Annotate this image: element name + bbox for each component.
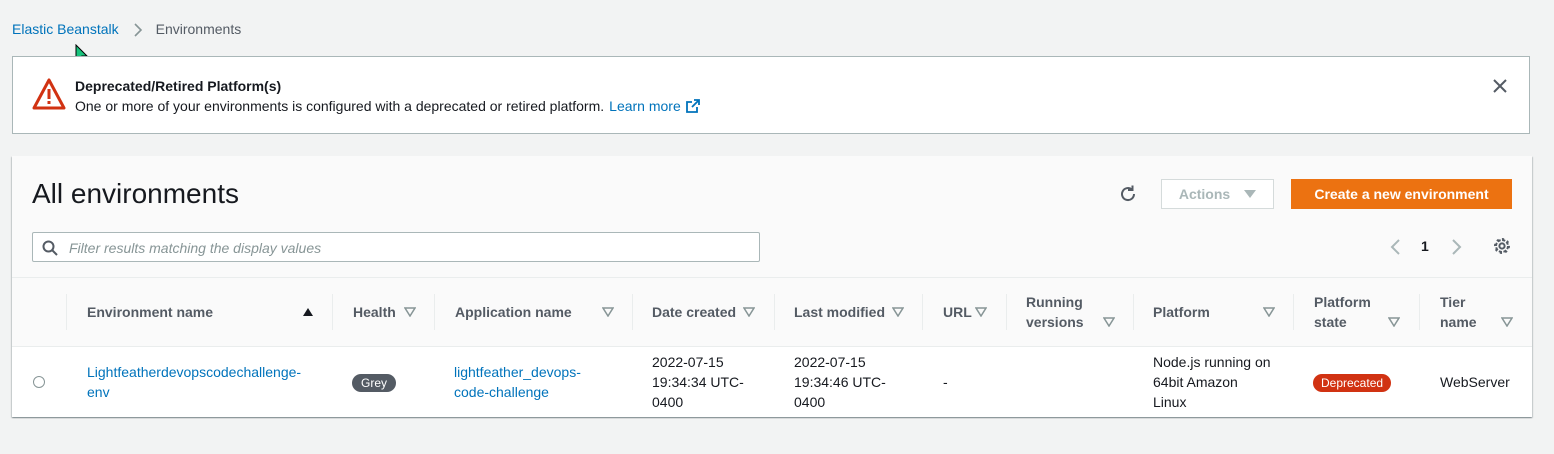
column-header-tier-name[interactable]: Tier name xyxy=(1419,278,1530,346)
column-header-last-modified[interactable]: Last modified xyxy=(774,278,922,346)
refresh-icon[interactable] xyxy=(1117,183,1139,205)
column-header-date-created[interactable]: Date created xyxy=(632,278,774,346)
column-header-url[interactable]: URL xyxy=(922,278,1006,346)
external-link-icon[interactable] xyxy=(685,99,700,113)
column-header-health[interactable]: Health xyxy=(332,278,434,346)
sort-icon xyxy=(404,307,416,317)
chevron-left-icon[interactable] xyxy=(1389,238,1403,256)
close-icon[interactable] xyxy=(1492,78,1508,94)
table-header-section: All environments Actions Create a new en… xyxy=(12,156,1532,277)
column-header-running-versions[interactable]: Running versions xyxy=(1006,278,1133,346)
sort-icon xyxy=(1388,317,1400,327)
url-value: - xyxy=(943,374,948,390)
gear-icon[interactable] xyxy=(1492,236,1512,256)
platform-value: Node.js running on 64bit Amazon Linux xyxy=(1153,354,1271,410)
filter-field[interactable] xyxy=(32,232,760,262)
table-row[interactable]: Lightfeatherdevopscodechallenge- env Gre… xyxy=(12,347,1532,417)
filter-input[interactable] xyxy=(67,237,751,259)
flash-message-text: One or more of your environments is conf… xyxy=(75,98,605,114)
row-select-radio[interactable] xyxy=(33,376,45,388)
create-environment-button[interactable]: Create a new environment xyxy=(1291,179,1512,209)
flash-message: One or more of your environments is conf… xyxy=(75,98,700,114)
actions-button[interactable]: Actions xyxy=(1161,179,1274,209)
sort-icon xyxy=(743,307,755,317)
health-status-badge: Grey xyxy=(352,374,397,392)
search-icon xyxy=(42,240,58,256)
chevron-right-icon[interactable] xyxy=(1449,238,1463,256)
sort-icon xyxy=(1263,307,1275,317)
sort-icon xyxy=(602,307,614,317)
application-name-link[interactable]: lightfeather_devops- code-challenge xyxy=(454,362,581,402)
sort-icon xyxy=(892,307,904,317)
date-created-value: 2022-07-15 19:34:34 UTC- 0400 xyxy=(652,354,744,410)
column-header-platform-state[interactable]: Platform state xyxy=(1293,278,1419,346)
breadcrumb-elastic-beanstalk-link[interactable]: Elastic Beanstalk xyxy=(12,21,119,37)
caret-down-icon xyxy=(1244,190,1257,198)
tier-name-value: WebServer xyxy=(1440,374,1510,390)
column-header-application-name[interactable]: Application name xyxy=(434,278,632,346)
table-header-row: Environment name Health Application name… xyxy=(12,277,1532,347)
column-header-environment-name[interactable]: Environment name xyxy=(66,278,332,346)
sort-icon xyxy=(975,307,987,317)
platform-state-badge: Deprecated xyxy=(1313,374,1392,392)
sort-ascending-icon xyxy=(303,308,313,316)
deprecated-platform-flash: Deprecated/Retired Platform(s) One or mo… xyxy=(12,56,1530,134)
environment-name-link[interactable]: Lightfeatherdevopscodechallenge- env xyxy=(87,362,301,402)
warning-icon xyxy=(32,78,66,110)
sort-icon xyxy=(1103,317,1115,327)
column-header-platform[interactable]: Platform xyxy=(1133,278,1293,346)
page-number-1[interactable]: 1 xyxy=(1421,238,1429,254)
flash-title: Deprecated/Retired Platform(s) xyxy=(75,78,282,94)
breadcrumb-current: Environments xyxy=(155,21,242,37)
chevron-right-icon xyxy=(134,23,142,37)
sort-icon xyxy=(1501,317,1513,327)
environments-table-container: All environments Actions Create a new en… xyxy=(12,156,1532,417)
breadcrumb: Elastic Beanstalk Environments xyxy=(12,21,241,37)
learn-more-link[interactable]: Learn more xyxy=(609,98,681,114)
page-title: All environments xyxy=(32,178,239,209)
actions-button-label: Actions xyxy=(1178,186,1231,202)
last-modified-value: 2022-07-15 19:34:46 UTC- 0400 xyxy=(794,354,886,410)
